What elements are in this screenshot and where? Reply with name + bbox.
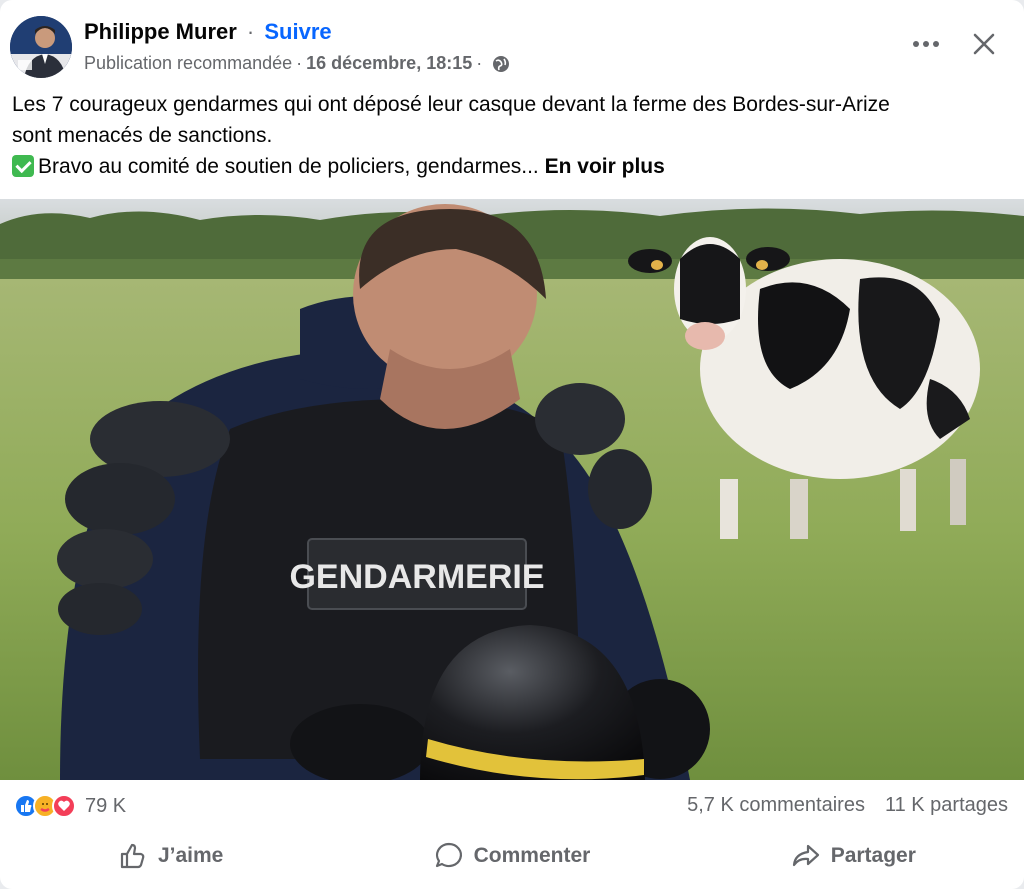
post-actions: J’aime Commenter Partager bbox=[0, 836, 1024, 876]
avatar[interactable] bbox=[10, 16, 72, 78]
post-meta: Publication recommandée · 16 décembre, 1… bbox=[84, 50, 510, 76]
post-text: Les 7 courageux gendarmes qui ont déposé… bbox=[12, 89, 1012, 182]
post-text-line: sont menacés de sanctions. bbox=[12, 124, 273, 147]
vest-label: GENDARMERIE bbox=[289, 558, 544, 596]
post-timestamp[interactable]: 16 décembre, 18:15 bbox=[306, 50, 472, 76]
globe-icon bbox=[492, 54, 510, 72]
reactions-summary[interactable]: 79 K bbox=[14, 794, 126, 818]
post-text-excerpt: Bravo au comité de soutien de policiers,… bbox=[38, 155, 539, 178]
recommended-label: Publication recommandée bbox=[84, 53, 293, 73]
post-header: Philippe Murer · Suivre Publication reco… bbox=[0, 0, 1024, 92]
close-icon[interactable] bbox=[966, 26, 1002, 62]
post-text-line: Bravo au comité de soutien de policiers,… bbox=[12, 151, 1012, 182]
comments-count[interactable]: 5,7 K commentaires bbox=[687, 794, 865, 817]
header-actions bbox=[908, 26, 1002, 62]
love-icon bbox=[52, 794, 76, 818]
separator-dot: · bbox=[296, 53, 303, 73]
post-photo[interactable]: GENDARMERIE bbox=[0, 199, 1024, 780]
separator-dot: · bbox=[246, 19, 255, 44]
follow-button[interactable]: Suivre bbox=[264, 19, 331, 44]
share-button[interactable]: Partager bbox=[683, 836, 1024, 876]
see-more-link[interactable]: En voir plus bbox=[545, 155, 665, 178]
post-card: Philippe Murer · Suivre Publication reco… bbox=[0, 0, 1024, 889]
photo-illustration: GENDARMERIE bbox=[0, 199, 1024, 780]
more-options-icon[interactable] bbox=[908, 26, 944, 62]
comment-button[interactable]: Commenter bbox=[341, 836, 682, 876]
post-stats: 79 K 5,7 K commentaires 11 K partages bbox=[0, 780, 1024, 836]
like-label: J’aime bbox=[157, 844, 224, 867]
shares-count[interactable]: 11 K partages bbox=[885, 794, 1008, 817]
share-label: Partager bbox=[830, 844, 916, 867]
comment-icon bbox=[435, 842, 462, 868]
thumbs-up-icon bbox=[120, 843, 145, 869]
comment-label: Commenter bbox=[473, 844, 591, 867]
reactions-count: 79 K bbox=[85, 794, 127, 817]
post-text-line: Les 7 courageux gendarmes qui ont déposé… bbox=[12, 93, 890, 116]
share-icon bbox=[792, 844, 819, 867]
check-mark-icon bbox=[12, 155, 34, 177]
like-button[interactable]: J’aime bbox=[0, 836, 341, 876]
author-name[interactable]: Philippe Murer bbox=[84, 19, 237, 44]
separator-dot: · bbox=[476, 53, 483, 73]
engagement-counts: 5,7 K commentaires 11 K partages bbox=[687, 794, 1008, 817]
author-line: Philippe Murer · Suivre bbox=[84, 18, 332, 46]
